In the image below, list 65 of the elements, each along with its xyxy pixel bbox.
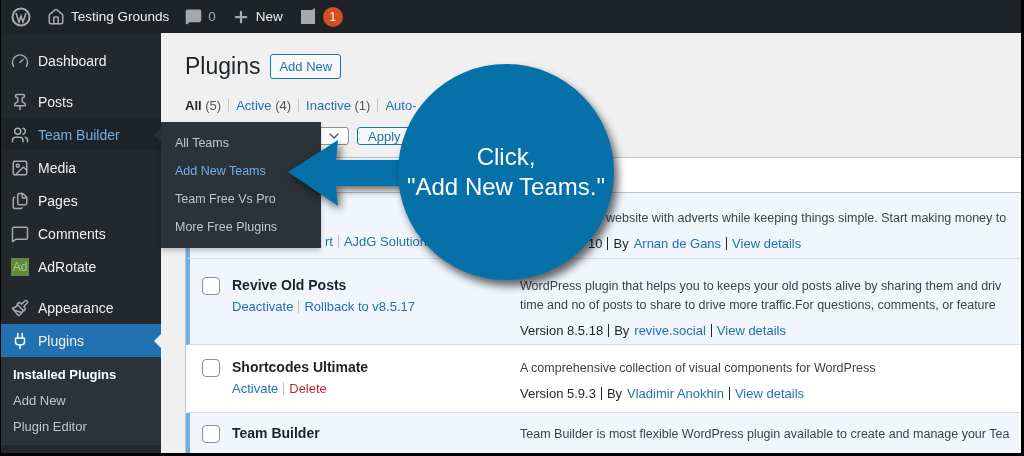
action-link[interactable]: Activate (232, 381, 279, 396)
brush-icon (11, 298, 29, 317)
seo-icon[interactable] (298, 6, 317, 27)
ad-icon: Ad (11, 257, 29, 276)
details-link[interactable]: View details (716, 323, 786, 338)
action-link[interactable]: rt (325, 234, 333, 249)
plugin-name: Shortcodes Ultimate (232, 359, 370, 375)
callout-text: Click, (476, 142, 536, 172)
details-link[interactable]: View details (734, 386, 805, 401)
plugin-name: Team Builder (232, 425, 321, 441)
flyout-item[interactable]: Add New Teams (175, 164, 266, 178)
people-icon (11, 125, 29, 144)
sidebar-item[interactable]: Team Builder (1, 118, 161, 151)
submenu-item[interactable]: Plugin Editor (1, 413, 161, 439)
submenu-item[interactable]: Installed Plugins (1, 361, 161, 387)
by-text: By (614, 323, 630, 338)
checkbox[interactable] (202, 359, 220, 377)
sidebar-item[interactable]: Comments (1, 217, 161, 250)
checkbox[interactable] (202, 277, 220, 295)
filter-link[interactable]: All (5) (185, 98, 222, 113)
pages-icon (11, 191, 29, 210)
checkbox[interactable] (202, 425, 220, 443)
speech-bubble-icon (11, 224, 29, 243)
sidebar-item[interactable]: Pages (1, 184, 161, 217)
comment-count: 0 (208, 9, 216, 24)
plugin-description: WordPress plugin that helps you to keeps your old posts alive by sharing them and driv (520, 278, 1003, 295)
version-text: 10 (588, 236, 603, 251)
notification-badge: 1 (322, 6, 343, 27)
action-link[interactable]: Rollback to v8.5.17 (304, 299, 415, 314)
gauge-icon (11, 51, 29, 70)
flyout-item[interactable]: More Free Plugins (175, 220, 278, 234)
pin-icon (11, 92, 29, 111)
plugin-description: A comprehensive collection of visual components for WordPress (520, 360, 877, 377)
submenu-item[interactable]: Add New (1, 387, 161, 413)
filter-link[interactable]: Auto- (385, 98, 417, 113)
comment-icon[interactable] (185, 8, 203, 25)
version-text: Version 8.5.18 (520, 323, 604, 338)
version-text: Version 5.9.3 (520, 386, 596, 401)
sidebar-item[interactable]: Plugins (1, 324, 161, 357)
logo-icon[interactable] (11, 6, 31, 27)
callout-text: "Add New Teams." (407, 172, 605, 202)
flyout-item[interactable]: All Teams (175, 136, 229, 150)
plugin-description: Team Builder is most flexible WordPress plugin available to create and manage your Tea (520, 426, 1011, 443)
image-icon (11, 158, 29, 177)
action-link[interactable]: Deactivate (232, 299, 294, 314)
author-link[interactable]: Vladimir Anokhin (627, 386, 724, 401)
sidebar-item[interactable]: Dashboard (1, 44, 161, 77)
author-link[interactable]: Arnan de Gans (633, 236, 722, 251)
plugin-description: time and no of posts to share to drive more traffic.For questions, comments, or feature (520, 297, 997, 314)
home-icon[interactable] (47, 7, 65, 26)
add-new-button[interactable]: Add New (270, 54, 342, 79)
sidebar-item[interactable]: Media (1, 151, 161, 184)
author-link[interactable]: revive.social (634, 323, 706, 338)
page-title: Plugins (185, 53, 261, 80)
flyout-item[interactable]: Team Free Vs Pro (175, 192, 276, 206)
filter-link[interactable]: Inactive (1) (306, 98, 371, 113)
plugin-name: Revive Old Posts (232, 277, 348, 293)
by-text: By (606, 386, 623, 401)
by-text: By (613, 236, 629, 251)
new-link[interactable]: New (255, 9, 283, 24)
filter-link[interactable]: Active (4) (236, 98, 292, 113)
sidebar-item[interactable]: Ad AdRotate (1, 250, 161, 283)
action-link[interactable]: Delete (289, 381, 327, 396)
site-name[interactable]: Testing Grounds (71, 9, 170, 24)
details-link[interactable]: View details (732, 236, 802, 251)
